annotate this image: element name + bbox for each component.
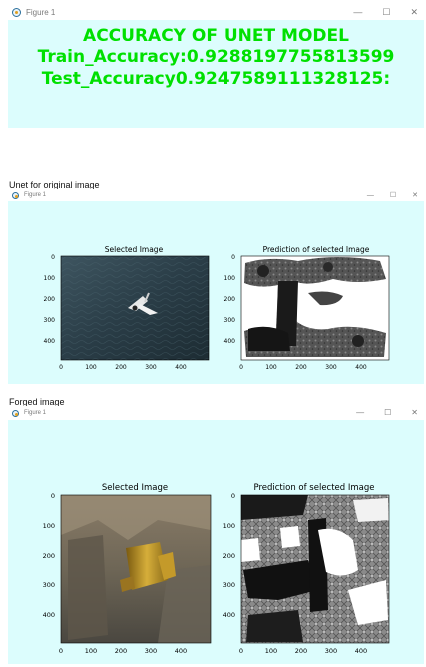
title-bar: Figure 1 — ☐ ✕ <box>8 406 424 420</box>
svg-text:400: 400 <box>223 611 235 619</box>
right-plot-title: Prediction of selected Image <box>263 245 370 254</box>
test-accuracy-text: Test_Accuracy0.9247589111328125: <box>41 69 391 89</box>
figure-svg: Selected Image 0 100 200 300 400 0 100 2… <box>43 483 390 655</box>
svg-text:0: 0 <box>231 492 235 500</box>
svg-text:400: 400 <box>175 647 187 655</box>
svg-text:400: 400 <box>224 338 236 345</box>
window-title: Figure 1 <box>26 7 56 17</box>
left-plot-xticks: 0 100 200 300 400 <box>59 647 187 655</box>
minimize-button[interactable]: — <box>367 192 374 199</box>
svg-text:200: 200 <box>224 296 236 303</box>
right-plot-yticks: 0 100 200 300 400 <box>223 492 235 619</box>
svg-text:0: 0 <box>239 647 243 655</box>
left-plot-xticks: 0 100 200 300 400 <box>59 364 187 371</box>
svg-text:400: 400 <box>175 364 187 371</box>
window-title: Figure 1 <box>24 192 47 198</box>
figure-canvas: Selected Image 0 100 200 300 400 0 100 2… <box>8 201 424 384</box>
figure-canvas: Selected Image 0 100 200 300 400 0 100 2… <box>8 420 424 664</box>
svg-text:100: 100 <box>265 364 277 371</box>
minimize-button[interactable]: — <box>353 7 362 17</box>
svg-text:0: 0 <box>239 364 243 371</box>
close-button[interactable]: ✕ <box>410 7 418 17</box>
svg-text:200: 200 <box>223 552 235 560</box>
svg-text:0: 0 <box>51 492 55 500</box>
svg-text:400: 400 <box>355 364 367 371</box>
right-plot-xticks: 0 100 200 300 400 <box>239 647 367 655</box>
train-accuracy-text: Train_Accuracy:0.9288197755813599 <box>37 47 395 67</box>
maximize-button[interactable]: ☐ <box>390 192 396 199</box>
matplotlib-icon <box>12 409 19 417</box>
left-plot-yticks: 0 100 200 300 400 <box>44 254 56 345</box>
maximize-button[interactable]: ☐ <box>382 7 390 17</box>
forged-image <box>60 494 212 644</box>
svg-text:300: 300 <box>325 364 337 371</box>
svg-text:100: 100 <box>223 522 235 530</box>
svg-text:200: 200 <box>43 552 55 560</box>
svg-text:200: 200 <box>295 647 307 655</box>
right-plot-title: Prediction of selected Image <box>253 483 374 493</box>
svg-text:100: 100 <box>85 364 97 371</box>
svg-text:300: 300 <box>43 581 55 589</box>
accuracy-window: Figure 1 — ☐ ✕ ACCURACY OF UNET MODEL Tr… <box>8 4 424 130</box>
right-plot-yticks: 0 100 200 300 400 <box>224 254 236 345</box>
svg-text:300: 300 <box>223 581 235 589</box>
prediction-image <box>241 256 389 360</box>
accuracy-heading: ACCURACY OF UNET MODEL <box>83 26 349 46</box>
svg-text:100: 100 <box>43 522 55 530</box>
svg-text:100: 100 <box>224 275 236 282</box>
svg-text:0: 0 <box>51 254 55 261</box>
svg-text:0: 0 <box>59 364 63 371</box>
svg-text:300: 300 <box>325 647 337 655</box>
left-plot-title: Selected Image <box>105 245 164 254</box>
figure-svg: Selected Image 0 100 200 300 400 0 100 2… <box>44 245 390 371</box>
title-bar: Figure 1 — ☐ ✕ <box>8 189 424 201</box>
svg-text:200: 200 <box>295 364 307 371</box>
svg-text:300: 300 <box>44 317 56 324</box>
svg-text:200: 200 <box>115 647 127 655</box>
svg-text:300: 300 <box>145 647 157 655</box>
svg-text:400: 400 <box>44 338 56 345</box>
svg-text:100: 100 <box>265 647 277 655</box>
forged-prediction-window: Figure 1 — ☐ ✕ Selected Image 0 100 200 … <box>8 406 424 664</box>
svg-text:100: 100 <box>85 647 97 655</box>
left-plot-title: Selected Image <box>102 483 168 493</box>
matplotlib-icon <box>12 191 19 199</box>
svg-text:0: 0 <box>59 647 63 655</box>
close-button[interactable]: ✕ <box>411 409 418 417</box>
title-bar: Figure 1 — ☐ ✕ <box>8 4 424 20</box>
close-button[interactable]: ✕ <box>412 192 418 199</box>
svg-text:0: 0 <box>231 254 235 261</box>
svg-text:200: 200 <box>44 296 56 303</box>
svg-text:300: 300 <box>224 317 236 324</box>
original-prediction-window: Figure 1 — ☐ ✕ Selected Image 0 100 200 … <box>8 189 424 384</box>
svg-text:200: 200 <box>115 364 127 371</box>
svg-text:100: 100 <box>44 275 56 282</box>
maximize-button[interactable]: ☐ <box>384 409 391 417</box>
figure-canvas: ACCURACY OF UNET MODEL Train_Accuracy:0.… <box>8 20 424 128</box>
minimize-button[interactable]: — <box>356 409 364 417</box>
svg-text:400: 400 <box>355 647 367 655</box>
svg-text:400: 400 <box>43 611 55 619</box>
prediction-image <box>240 494 390 644</box>
matplotlib-icon <box>12 7 21 17</box>
right-plot-xticks: 0 100 200 300 400 <box>239 364 367 371</box>
left-plot-yticks: 0 100 200 300 400 <box>43 492 55 619</box>
window-title: Figure 1 <box>24 410 47 416</box>
svg-text:300: 300 <box>145 364 157 371</box>
